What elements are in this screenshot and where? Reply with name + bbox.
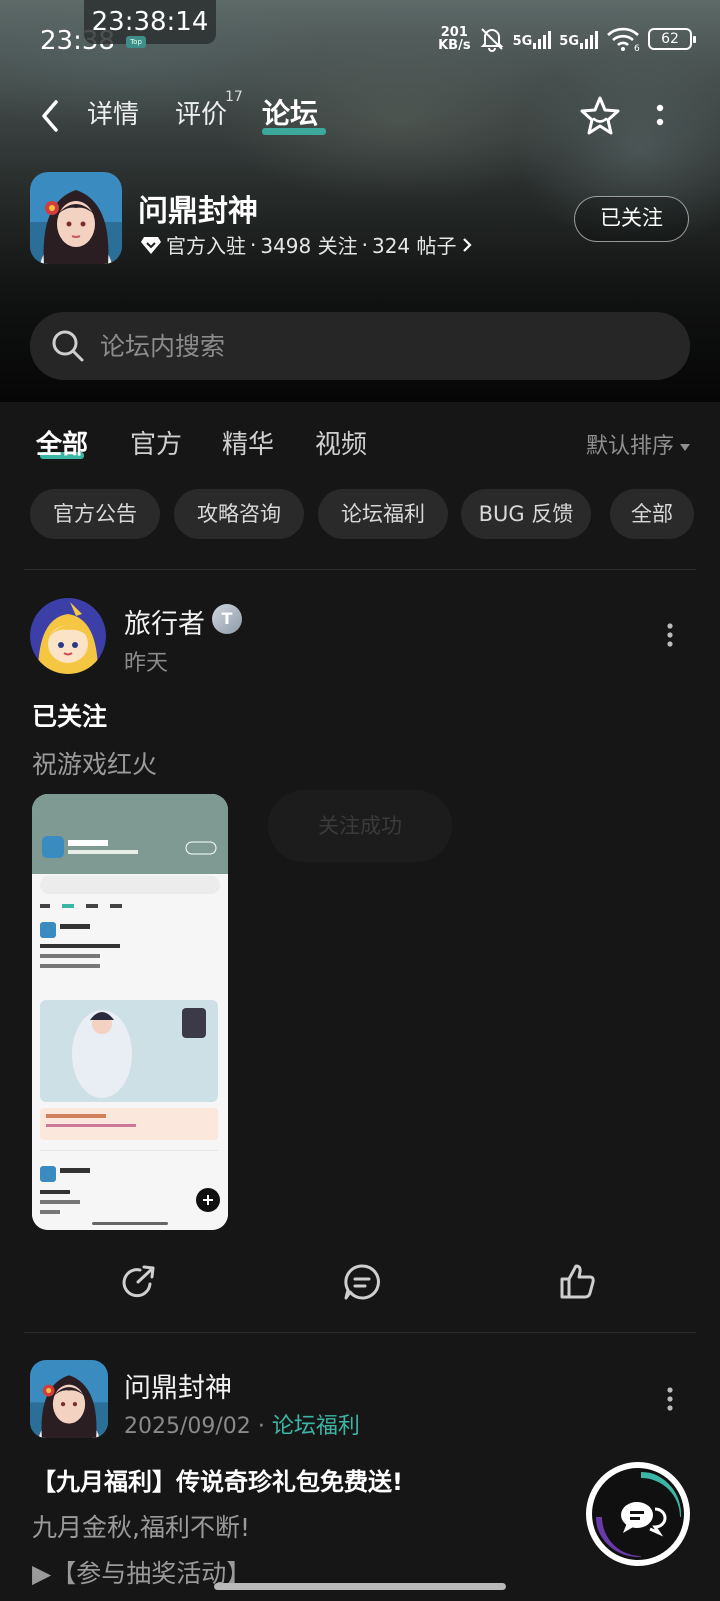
like-icon[interactable] xyxy=(558,1262,598,1302)
character-portrait-icon xyxy=(30,1360,108,1438)
tab-detail[interactable]: 详情 xyxy=(87,94,139,131)
signal-5g-1: 5G xyxy=(513,29,552,49)
chat-bubble-icon xyxy=(596,1472,681,1557)
traveler-avatar-icon xyxy=(30,598,106,674)
tab-forum[interactable]: 论坛 xyxy=(262,92,318,132)
network-speed: 201 KB/s xyxy=(438,25,471,53)
search-input[interactable] xyxy=(100,312,660,380)
divider xyxy=(24,1332,696,1333)
post-more-icon[interactable] xyxy=(666,622,674,648)
chip-welfare[interactable]: 论坛福利 xyxy=(318,489,448,539)
category-featured[interactable]: 精华 xyxy=(222,424,274,461)
home-indicator xyxy=(214,1583,506,1590)
wifi-icon: 6 xyxy=(607,27,640,52)
character-portrait-icon xyxy=(30,172,122,264)
follow-button[interactable]: 已关注 xyxy=(574,196,689,242)
chip-guide[interactable]: 攻略咨询 xyxy=(174,489,304,539)
game-meta[interactable]: 官方入驻 · 3498 关注 · 324 帖子 xyxy=(140,230,473,259)
sort-dropdown[interactable]: 默认排序 xyxy=(586,428,691,460)
battery-icon: 62 xyxy=(648,28,696,50)
review-count: 17 xyxy=(225,89,243,105)
verified-diamond-icon xyxy=(141,236,161,254)
game-icon[interactable] xyxy=(30,172,122,264)
comment-icon[interactable] xyxy=(342,1262,382,1302)
post-body[interactable]: 祝游戏红火 xyxy=(32,745,157,781)
chip-announcement[interactable]: 官方公告 xyxy=(30,489,160,539)
avatar[interactable] xyxy=(30,598,106,674)
compose-fab[interactable] xyxy=(586,1462,690,1566)
share-icon[interactable] xyxy=(120,1262,160,1302)
top-tag: Top xyxy=(126,36,146,48)
post-title[interactable]: 【九月福利】传说奇珍礼包免费送! xyxy=(32,1462,403,1497)
post-body[interactable]: 九月金秋,福利不断! xyxy=(32,1508,250,1544)
screenshot-preview-icon xyxy=(32,794,228,1230)
category-video[interactable]: 视频 xyxy=(315,424,367,461)
tab-review[interactable]: 评价 xyxy=(175,94,227,131)
caret-down-icon xyxy=(680,443,691,451)
search-bar[interactable] xyxy=(30,312,690,380)
back-arrow-icon[interactable] xyxy=(36,96,68,136)
post-meta: 2025/09/02 · 论坛福利 xyxy=(124,1414,360,1439)
clock-overlay: 23:38:14 xyxy=(84,0,216,44)
post-tag[interactable]: 论坛福利 xyxy=(272,1414,360,1439)
more-vertical-icon[interactable] xyxy=(654,100,666,132)
search-icon xyxy=(52,330,84,362)
post-screenshot-image[interactable] xyxy=(32,794,228,1230)
status-icons: 201 KB/s 5G 5G 6 62 xyxy=(438,25,696,53)
chevron-right-icon xyxy=(462,237,472,252)
chip-all[interactable]: 全部 xyxy=(610,489,694,539)
author-name[interactable]: 问鼎封神 xyxy=(124,1366,232,1405)
divider xyxy=(24,569,696,570)
game-title: 问鼎封神 xyxy=(138,194,258,229)
level-badge: T xyxy=(212,604,242,634)
signal-5g-2: 5G xyxy=(559,29,598,49)
category-official[interactable]: 官方 xyxy=(130,424,182,461)
category-all[interactable]: 全部 xyxy=(36,424,88,461)
author-name[interactable]: 旅行者 xyxy=(124,602,205,641)
bell-muted-icon xyxy=(480,28,503,52)
post-title[interactable]: 已关注 xyxy=(32,697,107,733)
post-more-icon[interactable] xyxy=(666,1386,674,1412)
post-time: 昨天 xyxy=(124,651,169,676)
svg-text:6: 6 xyxy=(634,44,640,52)
avatar[interactable] xyxy=(30,1360,108,1438)
chip-bug-report[interactable]: BUG 反馈 xyxy=(461,489,591,539)
star-icon[interactable] xyxy=(578,94,622,138)
follow-success-toast: 关注成功 xyxy=(268,790,452,862)
